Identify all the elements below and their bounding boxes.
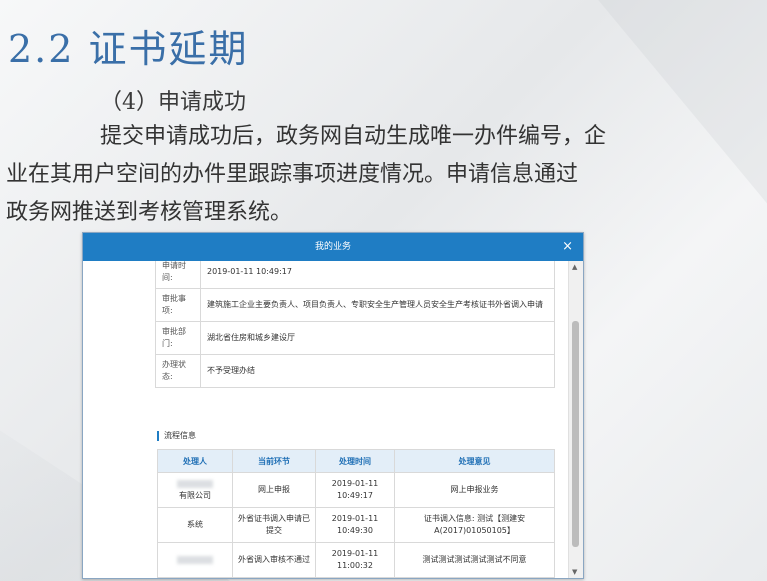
dialog-title: 我的业务 (314, 242, 351, 252)
info-label: 办理状态: (155, 354, 201, 388)
flow-header-time: 处理时间 (315, 449, 395, 473)
info-row: 审批部门: 湖北省住房和城乡建设厅 (155, 321, 555, 355)
info-label: 申请时间: (155, 261, 201, 289)
slide-paragraph: 提交申请成功后，政务网自动生成唯一办件编号，企 业在其用户空间的办件里跟踪事项进… (6, 118, 696, 232)
flow-handler (157, 542, 233, 578)
flow-opinion: 网上申报业务 (394, 472, 555, 508)
dialog-header: 我的业务 × (83, 233, 583, 261)
paragraph-line-1: 提交申请成功后，政务网自动生成唯一办件编号，企 (100, 124, 607, 149)
flow-handler: 有限公司 (157, 472, 233, 508)
info-row: 办理状态: 不予受理办结 (155, 354, 555, 388)
flow-row: 外省调入审核不通过 2019-01-11 11:00:32 测试测试测试测试测试不… (157, 542, 555, 578)
redacted-text (177, 555, 213, 564)
dialog-scrollbar[interactable]: ▲ ▼ (568, 261, 583, 578)
flow-step: 网上申报 (232, 472, 316, 508)
info-label: 审批部门: (155, 321, 201, 355)
flow-time: 2019-01-11 10:49:17 (315, 472, 395, 508)
flow-opinion: 测试测试测试测试测试不同意 (394, 542, 555, 578)
info-value: 2019-01-11 10:49:17 (200, 261, 555, 289)
flow-row: 有限公司 网上申报 2019-01-11 10:49:17 网上申报业务 (157, 472, 555, 508)
flow-header-row: 处理人 当前环节 处理时间 处理意见 (157, 449, 555, 473)
info-row: 审批事项: 建筑施工企业主要负责人、项目负责人、专职安全生产管理人员安全生产考核… (155, 288, 555, 322)
flow-table: 处理人 当前环节 处理时间 处理意见 有限公司 网上申报 2019-01-11 1… (157, 449, 555, 578)
scroll-down-arrow-icon[interactable]: ▼ (572, 568, 577, 576)
info-label: 审批事项: (155, 288, 201, 322)
flow-time: 2019-01-11 11:00:32 (315, 542, 395, 578)
flow-opinion: 证书调入信息: 测试【测建安A(2017)01050105】 (394, 507, 555, 543)
scroll-thumb[interactable] (572, 321, 579, 547)
flow-step: 外省证书调入申请已提交 (232, 507, 316, 543)
dialog-body: 申请时间: 2019-01-11 10:49:17 审批事项: 建筑施工企业主要… (83, 261, 569, 578)
redacted-text (177, 479, 213, 488)
paragraph-line-3: 政务网推送到考核管理系统。 (6, 200, 293, 225)
flow-time: 2019-01-11 10:49:30 (315, 507, 395, 543)
application-info-table: 申请时间: 2019-01-11 10:49:17 审批事项: 建筑施工企业主要… (155, 261, 555, 388)
flow-header-handler: 处理人 (157, 449, 233, 473)
flow-header-opinion: 处理意见 (394, 449, 555, 473)
info-row: 申请时间: 2019-01-11 10:49:17 (155, 261, 555, 289)
flow-row: 系统 外省证书调入申请已提交 2019-01-11 10:49:30 证书调入信息… (157, 507, 555, 543)
info-value: 建筑施工企业主要负责人、项目负责人、专职安全生产管理人员安全生产考核证书外省调入… (200, 288, 555, 322)
flow-step: 外省调入审核不通过 (232, 542, 316, 578)
scroll-up-arrow-icon[interactable]: ▲ (572, 263, 577, 271)
info-value: 不予受理办结 (200, 354, 555, 388)
flow-section-title: 流程信息 (157, 431, 196, 441)
flow-handler: 系统 (157, 507, 233, 543)
slide-subtitle: （4）申请成功 (100, 90, 246, 115)
info-value: 湖北省住房和城乡建设厅 (200, 321, 555, 355)
slide-title: 2.2 证书延期 (8, 27, 249, 71)
close-icon[interactable]: × (562, 233, 573, 261)
my-business-dialog: 我的业务 × 申请时间: 2019-01-11 10:49:17 审批事项: 建… (82, 232, 584, 579)
paragraph-line-2: 业在其用户空间的办件里跟踪事项进度情况。申请信息通过 (6, 162, 579, 187)
flow-header-step: 当前环节 (232, 449, 316, 473)
